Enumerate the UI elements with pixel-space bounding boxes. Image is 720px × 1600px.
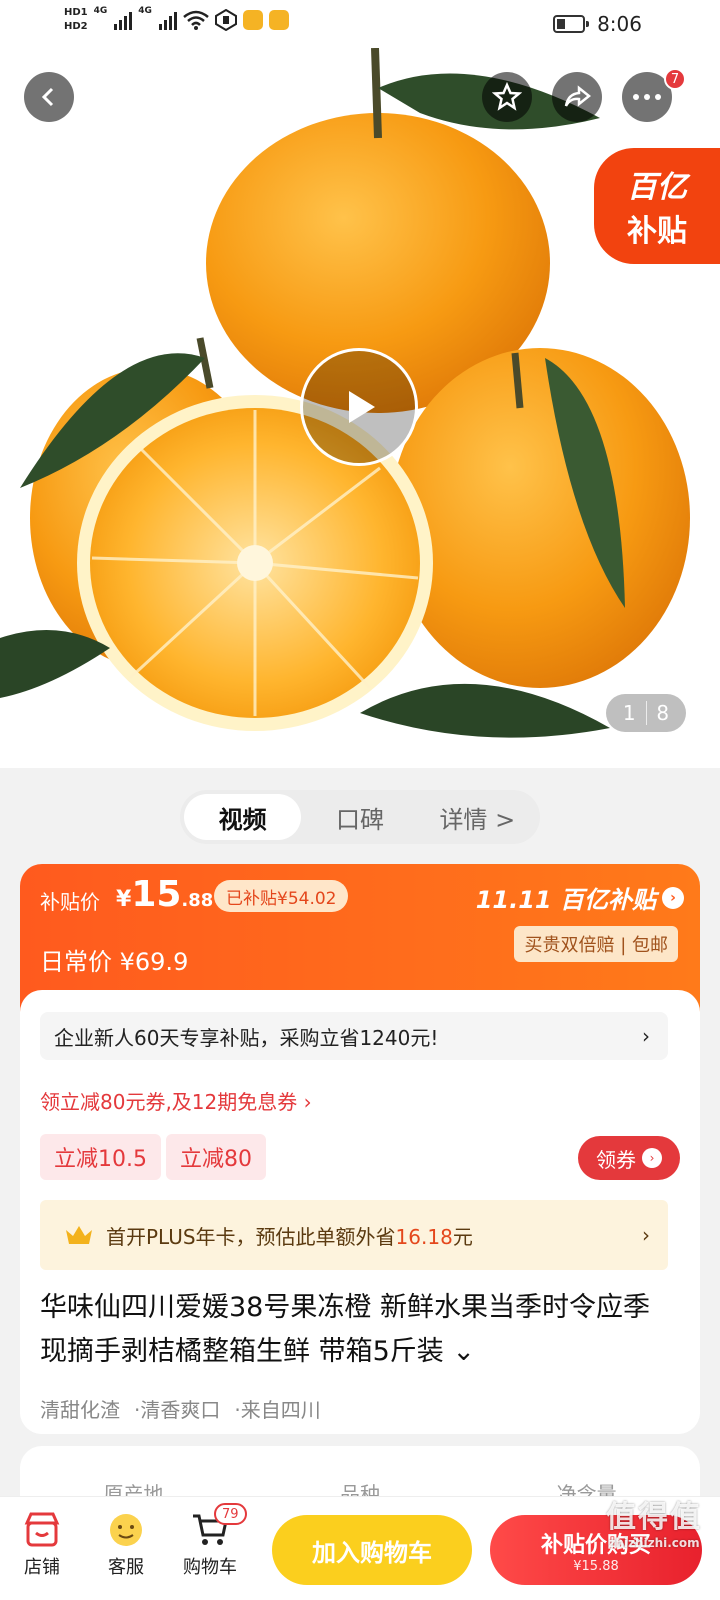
share-icon	[564, 85, 592, 107]
enterprise-subsidy-banner[interactable]: 企业新人60天专享补贴，采购立省1240元! ›	[40, 1012, 668, 1060]
cart-button[interactable]: 购物车 79	[170, 1503, 250, 1579]
add-to-cart-button[interactable]: 加入购物车	[272, 1515, 472, 1585]
subsidy-tag-line1: 百亿	[627, 170, 687, 205]
product-tag: ·来自四川	[234, 1398, 321, 1422]
pager-divider	[645, 701, 647, 725]
discount-pill: 立减80	[166, 1134, 266, 1180]
guarantee-badge[interactable]: 买贵双倍赔 | 包邮	[514, 926, 678, 962]
subsidy-brand-link[interactable]: 11.11 百亿补贴 ›	[476, 880, 684, 915]
gallery-pager: 1 8	[606, 694, 686, 732]
plus-membership-banner[interactable]: 首开PLUS年卡，预估此单额外省16.18元 ›	[40, 1200, 668, 1270]
star-icon	[492, 82, 522, 111]
more-icon	[633, 94, 661, 100]
normal-price: 日常价 ¥69.9	[40, 948, 189, 976]
enterprise-subsidy-text: 企业新人60天专享补贴，采购立省1240元!	[54, 1025, 439, 1050]
hd2-label: HD2	[64, 21, 88, 32]
battery-icon	[553, 15, 590, 33]
plus-savings-amount: 16.18	[395, 1224, 453, 1249]
subsidy-brand-text: 11.11 百亿补贴	[475, 886, 656, 914]
network-type-1: 4G	[93, 6, 108, 16]
subsidy-tag: 百亿 补贴	[594, 148, 720, 264]
shop-icon	[24, 1512, 60, 1547]
plus-membership-text: 首开PLUS年卡，预估此单额外省16.18元	[106, 1221, 642, 1250]
get-coupon-button[interactable]: 领券 ›	[578, 1136, 680, 1180]
customer-service-icon	[110, 1514, 142, 1546]
product-tags: 清甜化渣 ·清香爽口 ·来自四川	[40, 1394, 321, 1423]
buy-now-price: ¥15.88	[573, 1558, 619, 1574]
watermark-url: zhizhizhi.com	[608, 1536, 700, 1550]
signal-icon	[114, 10, 133, 30]
status-bar: HD1 HD2 4G 4G 8:06	[0, 0, 720, 48]
hd1-label: HD1	[64, 7, 88, 18]
price-integer: 15	[131, 874, 182, 915]
chevron-right-icon: ›	[642, 1223, 650, 1247]
product-tag: 清甜化渣	[40, 1398, 120, 1422]
section-tabs: 视频 口碑 详情 >	[180, 790, 540, 844]
subsidy-price: ¥15.88	[116, 874, 213, 915]
shop-button[interactable]: 店铺	[2, 1511, 82, 1579]
coupon-offer-link[interactable]: 领立减80元券,及12期免息券 ›	[40, 1086, 312, 1115]
tab-video[interactable]: 视频	[184, 794, 302, 840]
share-button[interactable]	[552, 72, 602, 122]
wifi-icon	[183, 10, 209, 30]
cart-label: 购物车	[183, 1557, 237, 1578]
chevron-right-icon: ›	[642, 1024, 650, 1048]
app-notification-icon	[268, 10, 289, 30]
play-icon	[349, 391, 375, 423]
back-button[interactable]	[24, 72, 74, 122]
watermark: 值得值 zhizhizhi.com	[606, 1492, 702, 1550]
product-title[interactable]: 华味仙四川爱媛38号果冻橙 新鲜水果当季时令应季现摘手剥桔橘整箱生鲜 带箱5斤装…	[40, 1286, 670, 1374]
chevron-left-icon	[41, 87, 54, 107]
watermark-title: 值得值	[606, 1500, 702, 1535]
hd-indicator: HD1 HD2	[64, 6, 88, 34]
subsidy-price-label: 补贴价	[40, 890, 100, 914]
chevron-right-icon: ›	[642, 1148, 662, 1168]
customer-service-label: 客服	[108, 1557, 144, 1578]
status-left: HD1 HD2 4G 4G	[64, 6, 289, 34]
product-gallery[interactable]: 7 百亿 补贴 1 8	[0, 48, 720, 768]
play-video-button[interactable]	[300, 348, 418, 466]
crown-icon	[66, 1226, 92, 1244]
notification-badge: 7	[664, 68, 686, 90]
price-currency: ¥	[116, 887, 132, 912]
price-card: 补贴价 ¥15.88 已补贴¥54.02 日常价 ¥69.9 11.11 百亿补…	[20, 864, 700, 1434]
already-subsidized-badge: 已补贴¥54.02	[214, 880, 349, 912]
shop-label: 店铺	[24, 1557, 60, 1578]
promo-body: 企业新人60天专享补贴，采购立省1240元! › 领立减80元券,及12期免息券…	[20, 990, 700, 1434]
status-right: 8:06	[553, 12, 642, 36]
favorite-button[interactable]	[482, 72, 532, 122]
subsidy-tag-line2: 补贴	[627, 214, 687, 249]
network-type-2: 4G	[138, 6, 152, 16]
tab-reviews[interactable]: 口碑	[301, 794, 418, 840]
price-decimal: .88	[181, 890, 214, 911]
plus-text-b: 元	[452, 1224, 473, 1249]
plus-text-a: 首开PLUS年卡，预估此单额外省	[106, 1224, 396, 1249]
cart-count-badge: 79	[214, 1503, 247, 1525]
tab-details[interactable]: 详情 >	[419, 794, 536, 840]
get-coupon-label: 领券	[596, 1147, 636, 1172]
discount-pill: 立减10.5	[40, 1134, 161, 1180]
customer-service-button[interactable]: 客服	[86, 1511, 166, 1579]
clock: 8:06	[597, 12, 642, 36]
pager-total: 8	[656, 701, 670, 725]
signal-icon	[158, 10, 177, 30]
hand-icon	[214, 9, 237, 31]
product-tag: ·清香爽口	[134, 1398, 221, 1422]
pager-current: 1	[622, 701, 636, 725]
chevron-right-icon: ›	[662, 886, 684, 909]
app-notification-icon	[242, 10, 263, 30]
